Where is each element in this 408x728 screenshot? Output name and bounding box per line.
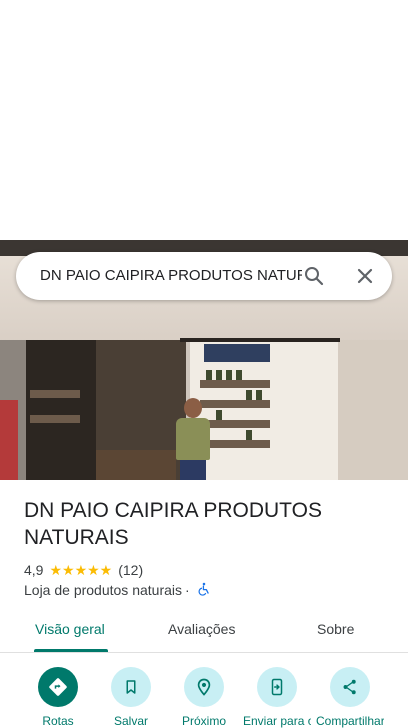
nearby-icon [184, 667, 224, 707]
search-icon[interactable] [302, 264, 326, 288]
photo-person-body [176, 418, 210, 460]
photo-pillar-right [338, 340, 408, 480]
send-to-phone-label: Enviar para o smartphone [243, 714, 311, 728]
nearby-label: Próximo [181, 714, 226, 728]
rating-stars-icon: ★★★★★ [49, 561, 113, 578]
photo-red-item [0, 400, 18, 480]
photo-jar [256, 390, 262, 400]
directions-icon [38, 667, 78, 707]
place-title: DN PAIO CAIPIRA PRODUTOS NATURAIS [24, 499, 322, 549]
photo-jar [246, 430, 252, 440]
search-input[interactable]: DN PAIO CAIPIRA PRODUTOS NATURAIS [40, 266, 302, 288]
tab-overview[interactable]: Visão geral [35, 621, 105, 637]
tab-reviews[interactable]: Avaliações [168, 621, 235, 637]
rating-row[interactable]: 4,9 ★★★★★ (12) [24, 560, 143, 580]
photo-person-head [184, 398, 202, 418]
category-row: Loja de produtos naturais · [24, 580, 211, 600]
active-tab-indicator [34, 649, 108, 652]
category-separator: · [185, 582, 190, 598]
nearby-button[interactable]: Próximo [182, 667, 226, 728]
photo-jar [216, 410, 222, 420]
photo-jar [216, 370, 222, 380]
rating-value: 4,9 [24, 562, 44, 578]
photo-jar [246, 390, 252, 400]
share-icon [330, 667, 370, 707]
photo-store-interior [26, 340, 96, 480]
photo-shelf [200, 440, 270, 448]
photo-shelf [200, 420, 270, 428]
send-to-phone-icon [257, 667, 297, 707]
directions-label: Rotas [42, 714, 74, 728]
photo-shelf [30, 390, 80, 398]
photo-counter [96, 450, 176, 480]
close-icon[interactable] [353, 264, 377, 288]
save-button[interactable]: Salvar [111, 667, 151, 728]
photo-person-legs [180, 460, 206, 480]
place-tabs: Visão geral Avaliações Sobre [0, 612, 408, 653]
share-label: Compartilhar [316, 714, 384, 728]
bookmark-icon [111, 667, 151, 707]
photo-shelf [200, 380, 270, 388]
photo-jar [226, 370, 232, 380]
share-button[interactable]: Compartilhar [316, 667, 384, 728]
photo-jar [236, 370, 242, 380]
photo-shelf [200, 400, 270, 408]
tab-about[interactable]: Sobre [317, 621, 354, 637]
map-blank-area [0, 0, 408, 240]
directions-button[interactable]: Rotas [38, 667, 78, 728]
photo-door-frame [180, 338, 340, 342]
photo-sign [204, 344, 270, 362]
review-count[interactable]: (12) [118, 562, 143, 578]
photo-jar [206, 370, 212, 380]
wheelchair-accessible-icon [197, 582, 211, 599]
send-to-phone-button[interactable]: Enviar para o smartphone [243, 667, 311, 728]
place-category: Loja de produtos naturais [24, 582, 182, 598]
search-bar[interactable]: DN PAIO CAIPIRA PRODUTOS NATURAIS [16, 252, 392, 300]
photo-shelf [30, 415, 80, 423]
save-label: Salvar [113, 714, 148, 728]
